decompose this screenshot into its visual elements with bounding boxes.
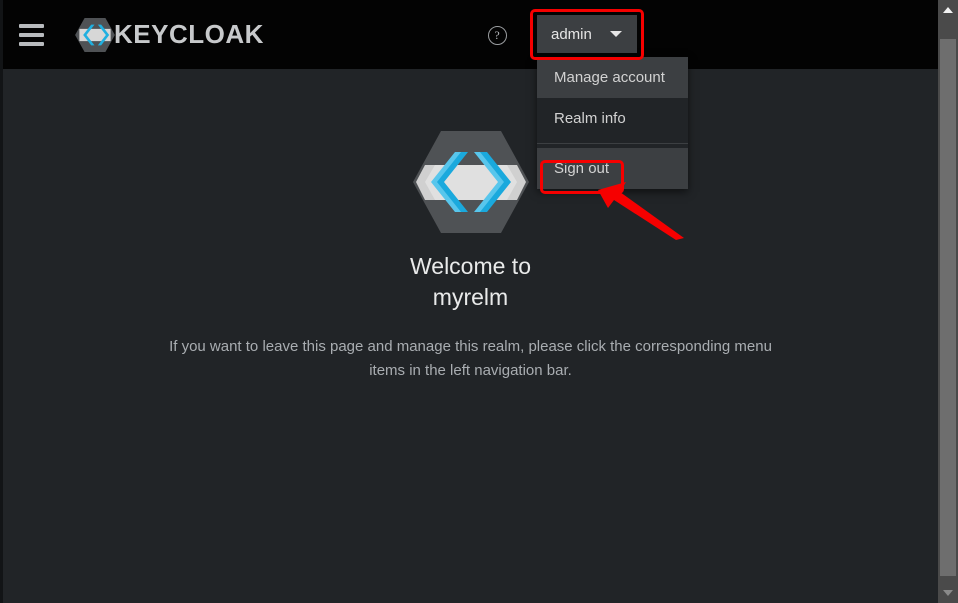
keycloak-logo-icon [75,17,115,52]
scroll-up-arrow[interactable] [938,0,958,20]
main-content: Welcome to myrelm If you want to leave t… [3,69,938,603]
menu-item-sign-out[interactable]: Sign out [537,148,688,189]
page-title: Welcome to myrelm [3,251,938,313]
user-toggle-label: admin [551,25,592,43]
menu-item-label: Manage account [554,69,665,86]
keycloak-admin-console: KEYCLOAK ? admin Manage account Realm in… [0,0,958,603]
hamburger-icon[interactable] [8,15,54,55]
welcome-description: If you want to leave this page and manag… [169,338,772,379]
brand-name: KEYCLOAK [114,19,264,49]
left-edge-gutter [0,0,3,603]
vertical-scrollbar[interactable] [938,0,958,603]
menu-separator [537,143,688,144]
welcome-line-1: Welcome to [409,253,531,279]
menu-item-realm-info[interactable]: Realm info [537,98,688,139]
menu-item-label: Sign out [554,160,610,177]
scroll-up-arrow-icon [943,7,953,13]
scroll-down-arrow-icon [943,590,953,596]
help-icon-glyph: ? [487,25,507,45]
help-icon[interactable]: ? [483,21,511,49]
welcome-panel: Welcome to myrelm If you want to leave t… [3,129,938,383]
chevron-down-icon [609,31,622,37]
scroll-down-arrow[interactable] [938,583,958,603]
hamburger-bar-1 [18,23,44,28]
menu-item-manage-account[interactable]: Manage account [537,57,688,98]
user-toggle[interactable]: admin [537,15,637,53]
keycloak-logo-large [412,131,529,233]
user-dropdown-menu: Manage account Realm info Sign out [537,57,688,189]
masthead: KEYCLOAK ? [0,0,938,69]
scrollbar-thumb[interactable] [940,39,956,576]
welcome-line-2: myrelm [432,284,509,310]
hamburger-bar-3 [18,41,44,46]
hamburger-bar-2 [18,32,44,37]
brand-logo-link[interactable]: KEYCLOAK [73,17,264,53]
menu-item-label: Realm info [554,110,626,127]
